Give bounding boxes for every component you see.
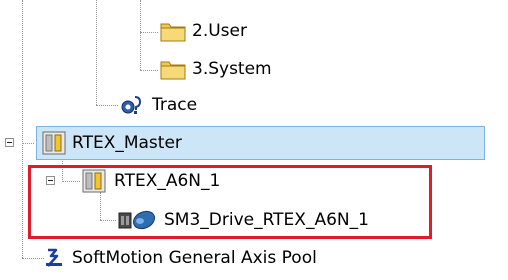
tree-item-label: Trace bbox=[152, 95, 198, 115]
tree-item-label: RTEX_Master bbox=[72, 133, 182, 153]
tree-item-label: RTEX_A6N_1 bbox=[114, 171, 221, 191]
tree-item-label: 3.System bbox=[192, 59, 272, 79]
drive-axis-icon bbox=[118, 210, 156, 230]
folder-icon bbox=[160, 23, 186, 42]
tree-connector bbox=[140, 70, 158, 71]
tree-connector bbox=[140, 32, 158, 33]
tree-connector bbox=[22, 0, 23, 258]
tree-connector bbox=[96, 0, 97, 105]
axis-pool-icon bbox=[46, 248, 62, 267]
tree-item-label: SoftMotion General Axis Pool bbox=[72, 248, 317, 268]
tree-connector bbox=[96, 105, 118, 106]
tree-connector bbox=[22, 258, 44, 259]
folder-icon bbox=[160, 61, 186, 80]
slave-device-icon bbox=[82, 169, 106, 193]
tree-connector bbox=[22, 143, 34, 144]
trace-icon bbox=[121, 96, 142, 114]
tree-item-label: SM3_Drive_RTEX_A6N_1 bbox=[164, 210, 369, 230]
collapse-toggle-icon[interactable] bbox=[5, 138, 14, 147]
tree-item-label: 2.User bbox=[192, 21, 247, 41]
tree-connector bbox=[140, 0, 141, 70]
master-device-icon bbox=[42, 131, 66, 155]
collapse-toggle-icon[interactable] bbox=[46, 176, 55, 185]
